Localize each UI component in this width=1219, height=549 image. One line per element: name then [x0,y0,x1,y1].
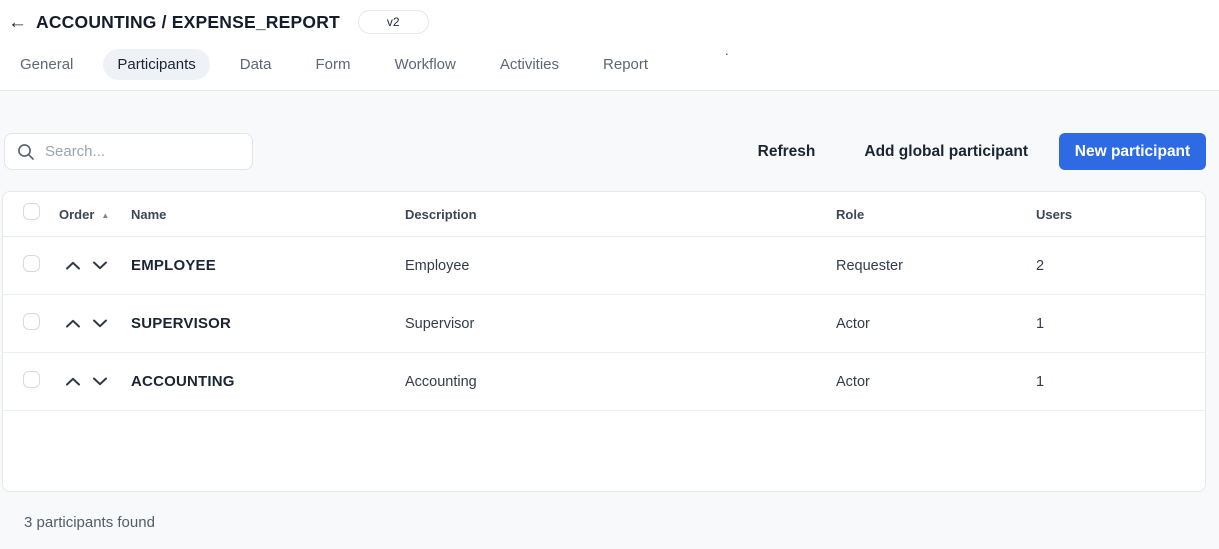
move-up-button[interactable] [63,259,83,272]
column-header-order[interactable]: Order▲ [59,207,131,222]
participant-description: Employee [405,258,836,274]
row-checkbox[interactable] [23,313,40,330]
refresh-button[interactable]: Refresh [758,143,816,161]
table-row[interactable]: ACCOUNTING Accounting Actor 1 [3,353,1205,411]
chevron-down-icon [92,377,108,386]
participant-users-count: 1 [1036,316,1205,332]
tab-report[interactable]: Report [589,49,662,80]
column-header-description[interactable]: Description [405,207,836,222]
participant-role: Requester [836,258,1036,274]
new-participant-button[interactable]: New participant [1059,133,1206,170]
add-global-participant-button[interactable]: Add global participant [864,143,1028,161]
back-arrow-icon[interactable]: ← [8,13,27,32]
stray-dot: . [725,44,729,57]
participant-name: EMPLOYEE [131,257,405,274]
tab-workflow[interactable]: Workflow [380,49,469,80]
toolbar-actions: Refresh Add global participant New parti… [758,133,1206,170]
content-area: Refresh Add global participant New parti… [0,91,1219,549]
column-header-users[interactable]: Users [1036,207,1205,222]
participants-table: Order▲ Name Description Role Users EMPLO… [2,191,1206,492]
tab-general[interactable]: General [6,49,87,80]
search-icon [17,143,35,161]
column-header-name[interactable]: Name [131,207,405,222]
table-header-row: Order▲ Name Description Role Users [3,192,1205,237]
row-checkbox[interactable] [23,255,40,272]
title-row: ← ACCOUNTING / EXPENSE_REPORT v2 [0,8,1219,36]
page-title: ACCOUNTING / EXPENSE_REPORT [36,12,340,33]
participant-name: ACCOUNTING [131,373,405,390]
tab-form[interactable]: Form [301,49,364,80]
table-row[interactable]: EMPLOYEE Employee Requester 2 [3,237,1205,295]
move-down-button[interactable] [90,317,110,330]
column-header-role[interactable]: Role [836,207,1036,222]
search-box[interactable] [4,133,253,170]
move-up-button[interactable] [63,375,83,388]
move-down-button[interactable] [90,375,110,388]
toolbar: Refresh Add global participant New parti… [0,91,1219,170]
participant-name: SUPERVISOR [131,315,405,332]
tab-bar: General Participants Data Form Workflow … [0,49,1219,80]
table-row[interactable]: SUPERVISOR Supervisor Actor 1 [3,295,1205,353]
search-input[interactable] [45,143,242,160]
tab-participants[interactable]: Participants [103,49,209,80]
participant-description: Supervisor [405,316,836,332]
results-count-text: 3 participants found [24,514,1219,531]
chevron-down-icon [92,261,108,270]
participant-users-count: 1 [1036,374,1205,390]
tab-data[interactable]: Data [226,49,286,80]
participant-description: Accounting [405,374,836,390]
move-down-button[interactable] [90,259,110,272]
chevron-down-icon [92,319,108,328]
chevron-up-icon [65,377,81,386]
participant-role: Actor [836,316,1036,332]
sort-asc-icon: ▲ [101,211,109,220]
chevron-up-icon [65,319,81,328]
tab-activities[interactable]: Activities [486,49,573,80]
page-header: ← ACCOUNTING / EXPENSE_REPORT v2 General… [0,0,1219,91]
participant-role: Actor [836,374,1036,390]
row-checkbox[interactable] [23,371,40,388]
participant-users-count: 2 [1036,258,1205,274]
move-up-button[interactable] [63,317,83,330]
version-badge[interactable]: v2 [358,10,429,34]
chevron-up-icon [65,261,81,270]
select-all-checkbox[interactable] [23,203,40,220]
